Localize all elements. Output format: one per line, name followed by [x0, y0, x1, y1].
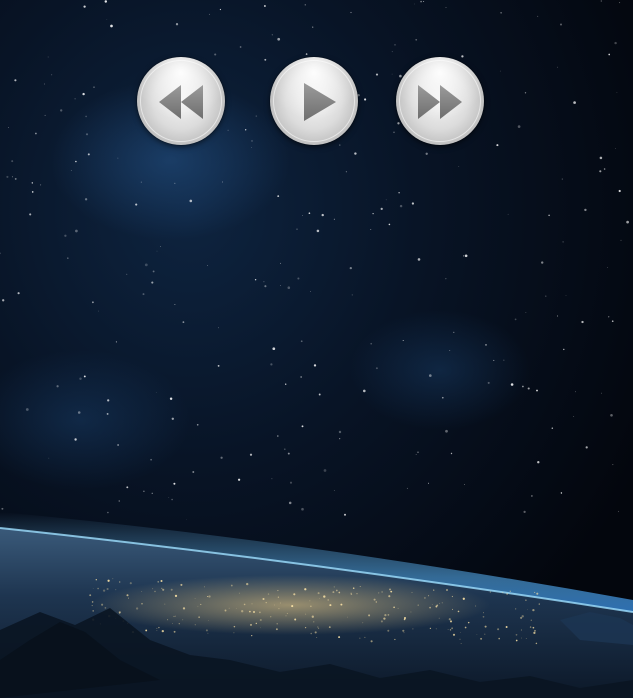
play-button[interactable] — [270, 57, 358, 145]
rewind-button[interactable] — [137, 57, 225, 145]
media-controls — [0, 0, 633, 160]
fast-forward-icon — [418, 85, 462, 119]
play-icon — [304, 83, 336, 121]
rewind-icon — [159, 85, 203, 119]
space-scene — [0, 0, 633, 698]
fast-forward-button[interactable] — [396, 57, 484, 145]
